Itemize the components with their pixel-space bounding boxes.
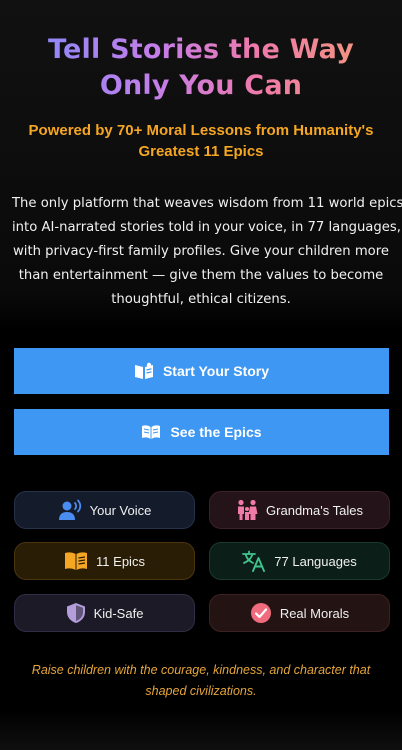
feature-kid-safe[interactable]: Kid-Safe [14, 594, 195, 632]
description-line: with privacy-first family profiles. Give… [13, 244, 389, 259]
tagline: Raise children with the courage, kindnes… [20, 660, 382, 702]
feature-label: Real Morals [279, 605, 350, 621]
feature-label: Your Voice [89, 502, 152, 518]
feature-label: Kid-Safe [93, 605, 144, 621]
hero-title-line-1: Tell Stories the Way [48, 34, 354, 65]
hero-subtitle-line-2: Greatest 11 Epics [138, 143, 264, 160]
landing-page: Tell Stories the Way Only You Can Powere… [0, 0, 402, 750]
voice-speaker-icon [58, 499, 82, 521]
feature-label: Grandma's Tales [266, 502, 363, 518]
description-line: thoughtful, ethical citizens. [111, 292, 291, 307]
hero-subtitle-line-1: Powered by 70+ Moral Lessons from Humani… [28, 122, 374, 139]
feature-real-morals[interactable]: Real Morals [209, 594, 390, 632]
feature-your-voice[interactable]: Your Voice [14, 491, 195, 529]
start-your-story-button[interactable]: Start Your Story [14, 348, 389, 394]
family-icon [236, 499, 258, 521]
translate-icon [242, 550, 266, 572]
hero-subtitle: Powered by 70+ Moral Lessons from Humani… [20, 120, 382, 162]
see-the-epics-label: See the Epics [170, 424, 262, 440]
open-book-icon [141, 424, 161, 440]
description-line: than entertainment — give them the value… [18, 268, 384, 283]
feature-label: 77 Languages [274, 553, 357, 569]
description-line: into AI-narrated stories told in your vo… [12, 220, 401, 235]
feature-grandmas-tales[interactable]: Grandma's Tales [209, 491, 390, 529]
feature-11-epics[interactable]: 11 Epics [14, 542, 195, 580]
start-your-story-label: Start Your Story [162, 363, 270, 379]
see-the-epics-button[interactable]: See the Epics [14, 409, 389, 455]
book-icon [64, 551, 88, 571]
hero-title-line-2: Only You Can [99, 70, 303, 101]
feature-label: 11 Epics [96, 553, 145, 569]
shield-icon [66, 602, 86, 624]
feature-77-languages[interactable]: 77 Languages [209, 542, 390, 580]
open-book-reader-icon [134, 362, 154, 380]
tagline-line: shaped civilizations. [145, 684, 257, 698]
hero-description: The only platform that weaves wisdom fro… [12, 192, 402, 312]
hero-title: Tell Stories the Way Only You Can [0, 32, 402, 104]
tagline-line: Raise children with the courage, kindnes… [31, 663, 371, 677]
check-circle-icon [250, 602, 272, 624]
description-line: The only platform that weaves wisdom fro… [12, 196, 402, 211]
